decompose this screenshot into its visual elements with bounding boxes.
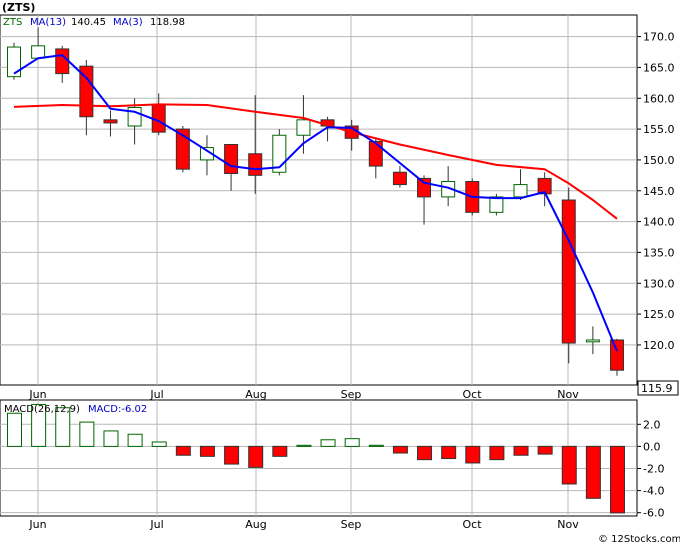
macd-x-tick-label: Nov [557,518,579,531]
macd-y-tick-label: 0.0 [643,440,661,453]
macd-bar-positive [127,433,143,447]
macd-x-tick-label: Sep [341,518,362,531]
macd-bar-negative [610,445,625,514]
price-y-tick-label: 120.0 [643,339,675,352]
price-x-tick-label: Nov [557,388,579,401]
candle-body-down [55,48,70,75]
price-x-tick-label: Jul [149,388,163,401]
price-panel-frame [0,14,638,386]
price-y-tick-label: 140.0 [643,216,675,229]
stock-chart-svg: 120.0 125.0 130.0 135.0 140.0 145.0 150.0 155.0… [0,0,680,546]
macd-y-tick-label: 2.0 [643,418,661,431]
price-panel: 120.0 125.0 130.0 135.0 140.0 145.0 150.0 155.0… [0,14,675,401]
macd-x-tick-label: Jun [28,518,46,531]
macd-panel: 2.0 0.0 -2.0 -4.0 -6.0 Jun Jul Aug Sep Oct Nov [0,399,664,531]
price-y-tick-label: 170.0 [643,31,675,44]
legend-ma3-label: MA(3) [113,17,143,28]
macd-y-tick-label: -2.0 [643,462,664,475]
price-x-tick-label: Jun [28,388,46,401]
macd-bar-positive [151,441,167,447]
macd-x-tick-label: Oct [462,518,482,531]
macd-bar-negative [489,445,505,461]
macd-bar-negative [441,445,457,460]
price-y-tick-label: 160.0 [643,92,675,105]
macd-x-tick-label: Jul [149,518,163,531]
candle-body-down [561,199,576,344]
macd-bar-positive [320,439,336,447]
price-y-tick-label: 165.0 [643,61,675,74]
candle-body-up [585,339,600,343]
macd-bar-negative [272,445,288,457]
chart-stage: 120.0 125.0 130.0 135.0 140.0 145.0 150.0 155.0… [0,0,680,546]
macd-y-tick-label: -4.0 [643,485,664,498]
last-price-label: 115.9 [641,382,673,395]
candle-body-down [610,339,624,371]
macd-bar-negative [224,445,240,465]
macd-bar-positive [103,430,119,447]
macd-bar-positive [344,438,360,447]
macd-bar-negative [537,445,553,455]
macd-value-label: MACD:-6.02 [88,404,147,415]
macd-bar-positive [296,444,312,447]
candle-body-up [296,119,311,136]
macd-bar-negative [417,445,433,461]
macd-bar-negative [392,445,408,454]
candle-body-down [248,153,263,176]
price-y-tick-label: 150.0 [643,154,675,167]
macd-indicator-label: MACD(26,12,9) [4,404,80,415]
price-x-tick-label: Sep [341,388,362,401]
legend-ma13-label: MA(13) [30,17,66,28]
candle-body-up [489,196,504,213]
candle-body-up [7,46,21,78]
candle-body-down [417,177,432,198]
candle-body-up [31,45,46,59]
macd-y-tick-label: -6.0 [643,507,664,520]
price-y-tick-label: 135.0 [643,246,675,259]
watermark: © 12Stocks.com [598,534,680,545]
price-y-tick-label: 155.0 [643,123,675,136]
candle-body-up [513,184,528,198]
macd-bar-positive [7,412,22,447]
legend-ticker: ZTS [3,17,22,28]
candle-body-down [103,119,118,124]
price-y-tick-label: 130.0 [643,277,675,290]
price-x-tick-label: Aug [245,388,266,401]
macd-x-tick-label: Aug [245,518,266,531]
macd-panel-frame [0,399,638,517]
candle-body-down [392,171,407,186]
chart-title: (ZTS) [2,1,35,14]
macd-bar-negative [248,445,264,468]
macd-bar-negative [199,445,215,457]
macd-bar-positive [79,421,95,447]
price-y-tick-label: 125.0 [643,308,675,321]
price-x-tick-label: Oct [462,388,482,401]
macd-bar-negative [585,445,601,499]
candle-body-down [224,144,239,174]
legend-ma3-value: 118.98 [150,17,185,28]
legend-ma13-value: 140.45 [71,17,106,28]
macd-bar-negative [175,445,191,456]
macd-bar-positive [368,444,384,447]
price-y-tick-label: 145.0 [643,185,675,198]
macd-bar-negative [513,445,529,456]
candle-body-down [368,140,383,167]
macd-bar-negative [561,445,577,485]
macd-bar-negative [465,445,481,464]
